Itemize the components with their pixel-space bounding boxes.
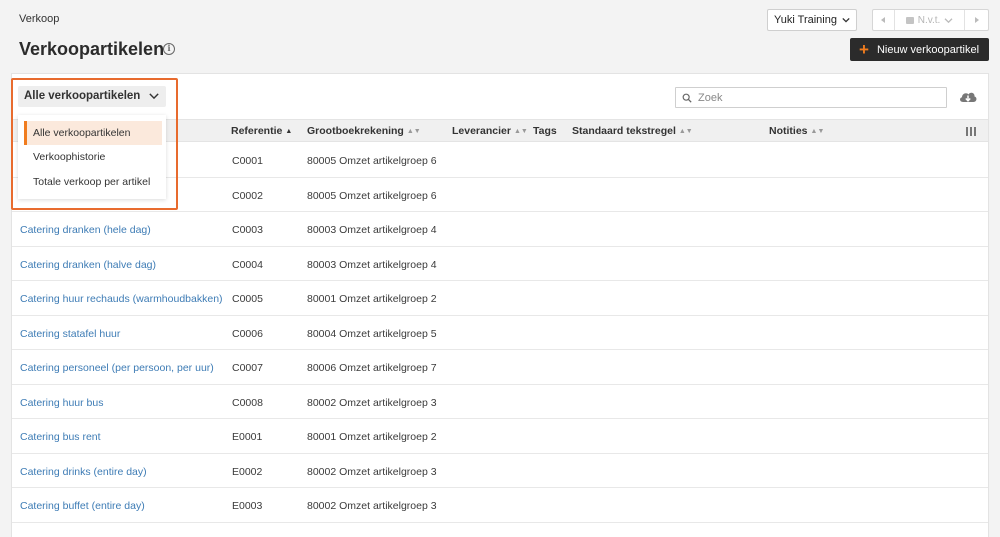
page-title: Verkoopartikelen [19, 39, 165, 59]
new-sales-item-button[interactable]: + Nieuw verkoopartikel [850, 38, 989, 61]
item-ledger: 80002 Omzet artikelgroep 3 [307, 465, 437, 478]
item-ledger: 80005 Omzet artikelgroep 6 [307, 155, 437, 167]
sort-icon: ▲▼ [513, 128, 528, 135]
column-header-standaard-tekstregel[interactable]: Standaard tekstregel ▲▼ [572, 125, 693, 137]
table-row[interactable]: Catering personeel (per persoon, per uur… [12, 350, 988, 385]
table-row[interactable]: Catering dranken (halve dag) C0004 80003 O… [12, 247, 988, 281]
search-box[interactable] [675, 87, 947, 108]
item-ledger: 80001 Omzet artikelgroep 2 [307, 431, 437, 443]
chevron-down-icon [944, 17, 953, 23]
item-ledger: 80005 Omzet artikelgroep 6 [307, 189, 437, 202]
sort-icon: ▲▼ [810, 128, 825, 135]
sort-icon: ▲▼ [406, 128, 421, 135]
item-name-link[interactable]: Catering drinks (entire day) [20, 466, 147, 478]
chevron-down-icon [149, 93, 159, 100]
filter-dropdown-menu: Alle verkoopartikelen Verkoophistorie To… [18, 115, 166, 199]
plus-icon: + [859, 40, 869, 59]
company-select[interactable]: Yuki Training [767, 9, 857, 31]
menu-item-totale-verkoop-per-artikel[interactable]: Totale verkoop per artikel [24, 170, 162, 194]
item-reference: C0005 [232, 293, 263, 305]
column-header-notities[interactable]: Notities ▲▼ [769, 125, 824, 137]
item-name-link[interactable]: Catering personeel (per persoon, per uur… [20, 362, 214, 374]
table-row[interactable]: Catering dranken (hele dag) C0003 80003 Om… [12, 212, 988, 247]
table-row[interactable]: Catering drinks (entire day) E0002 80002 O… [12, 454, 988, 488]
item-reference: C0003 [232, 224, 263, 236]
item-name-link[interactable]: Catering bus rent [20, 431, 101, 443]
chevron-down-icon [842, 17, 850, 23]
column-header-referentie[interactable]: Referentie ▲ [231, 125, 292, 137]
item-ledger: 80003 Omzet artikelgroep 4 [307, 224, 437, 236]
breadcrumb[interactable]: Verkoop [19, 13, 59, 25]
table-row[interactable]: Catering buffet (entire day) E0003 80002 O… [12, 488, 988, 523]
cloud-download-icon[interactable] [958, 89, 978, 105]
calendar-icon [905, 16, 914, 24]
item-ledger: 80002 Omzet artikelgroep 3 [307, 396, 437, 409]
item-reference: C0007 [232, 362, 263, 374]
item-name-link[interactable]: Catering huur bus [20, 397, 103, 409]
company-select-value: Yuki Training [774, 14, 837, 26]
search-icon [682, 93, 692, 103]
column-header-tags[interactable]: Tags [533, 125, 557, 137]
arrow-right-icon [974, 17, 979, 23]
item-reference: C0001 [232, 155, 263, 167]
sort-icon: ▲▼ [678, 128, 693, 135]
search-input[interactable] [698, 91, 938, 104]
column-header-label: Standaard tekstregel [572, 125, 676, 137]
previous-period-button[interactable] [873, 10, 895, 30]
period-select[interactable]: N.v.t. [895, 10, 966, 30]
filter-dropdown[interactable]: Alle verkoopartikelen [18, 86, 166, 107]
arrow-left-icon [881, 17, 886, 23]
item-name-link[interactable]: Catering dranken (hele dag) [20, 224, 151, 236]
item-reference: E0002 [232, 465, 263, 478]
item-ledger: 80002 Omzet artikelgroep 3 [307, 500, 437, 512]
item-name-link[interactable]: Catering statafel huur [20, 328, 120, 340]
table-row[interactable]: Catering huur bus C0008 80002 Omzet artike… [12, 385, 988, 419]
period-navigator: N.v.t. [872, 9, 989, 31]
item-ledger: 80006 Omzet artikelgroep 7 [307, 362, 437, 374]
column-header-leverancier[interactable]: Leverancier ▲▼ [452, 125, 528, 137]
period-label: N.v.t. [917, 14, 941, 26]
menu-item-verkoophistorie[interactable]: Verkoophistorie [24, 145, 162, 169]
column-header-label: Leverancier [452, 125, 511, 137]
table-row[interactable]: Catering huur rechauds (warmhoudbakken) C… [12, 281, 988, 316]
info-icon[interactable]: i [163, 43, 175, 55]
item-reference: E0003 [232, 500, 263, 512]
item-reference: C0008 [232, 396, 263, 409]
column-settings-icon[interactable] [966, 127, 976, 136]
table-row[interactable]: Catering statafel huur C0006 80004 Omzet a… [12, 316, 988, 350]
filter-selected-label: Alle verkoopartikelen [24, 90, 141, 102]
column-header-label: Grootboekrekening [307, 125, 404, 137]
item-name-link[interactable]: Catering huur rechauds (warmhoudbakken) [20, 293, 223, 305]
item-name-link[interactable]: Catering buffet (entire day) [20, 500, 145, 512]
item-reference: C0002 [232, 189, 263, 202]
column-header-label: Notities [769, 125, 808, 137]
table-row[interactable]: Catering bus rent E0001 80001 Omzet artike… [12, 419, 988, 454]
sort-ascending-icon: ▲ [285, 128, 293, 135]
item-ledger: 80003 Omzet artikelgroep 4 [307, 258, 437, 271]
column-header-label: Tags [533, 125, 557, 137]
item-reference: C0004 [232, 258, 263, 271]
item-ledger: 80001 Omzet artikelgroep 2 [307, 293, 437, 305]
new-sales-item-label: Nieuw verkoopartikel [876, 43, 980, 56]
item-name-link[interactable]: Catering dranken (halve dag) [20, 259, 156, 271]
item-ledger: 80004 Omzet artikelgroep 5 [307, 327, 437, 340]
menu-item-alle-verkoopartikelen[interactable]: Alle verkoopartikelen [24, 121, 162, 145]
item-reference: E0001 [232, 431, 263, 443]
next-period-button[interactable] [965, 10, 988, 30]
column-header-grootboekrekening[interactable]: Grootboekrekening ▲▼ [307, 125, 421, 137]
column-header-label: Referentie [231, 125, 283, 137]
item-reference: C0006 [232, 327, 263, 340]
